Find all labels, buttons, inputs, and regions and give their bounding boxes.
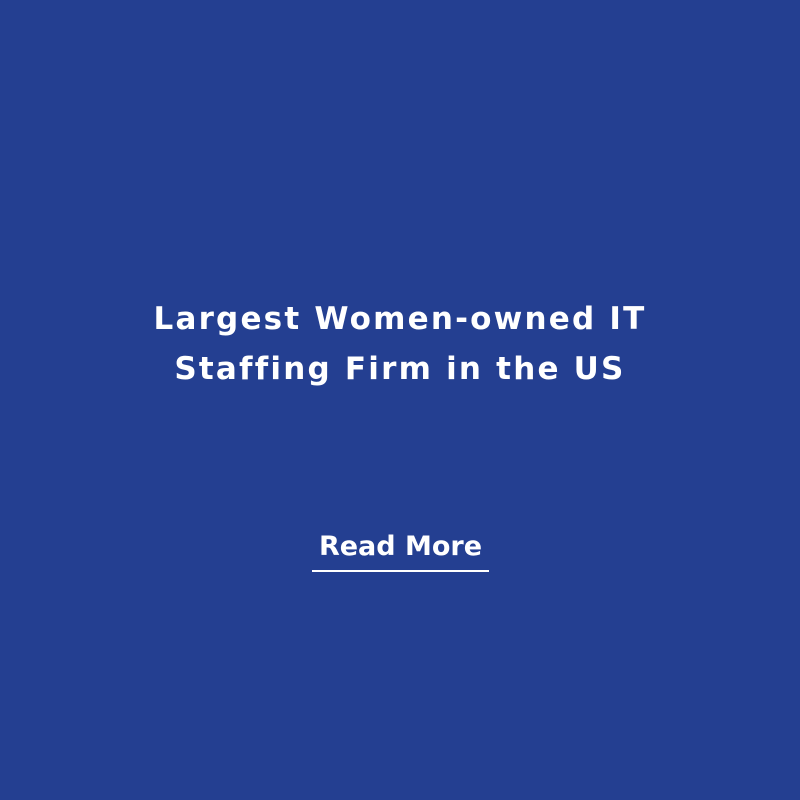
read-more-underline — [312, 570, 489, 572]
read-more-link[interactable]: Read More — [312, 528, 489, 566]
headline: Largest Women-owned IT Staffing Firm in … — [0, 294, 800, 394]
headline-line-1: Largest Women-owned IT — [153, 301, 647, 337]
promo-card: Largest Women-owned IT Staffing Firm in … — [0, 0, 800, 800]
headline-line-2: Staffing Firm in the US — [174, 351, 626, 387]
